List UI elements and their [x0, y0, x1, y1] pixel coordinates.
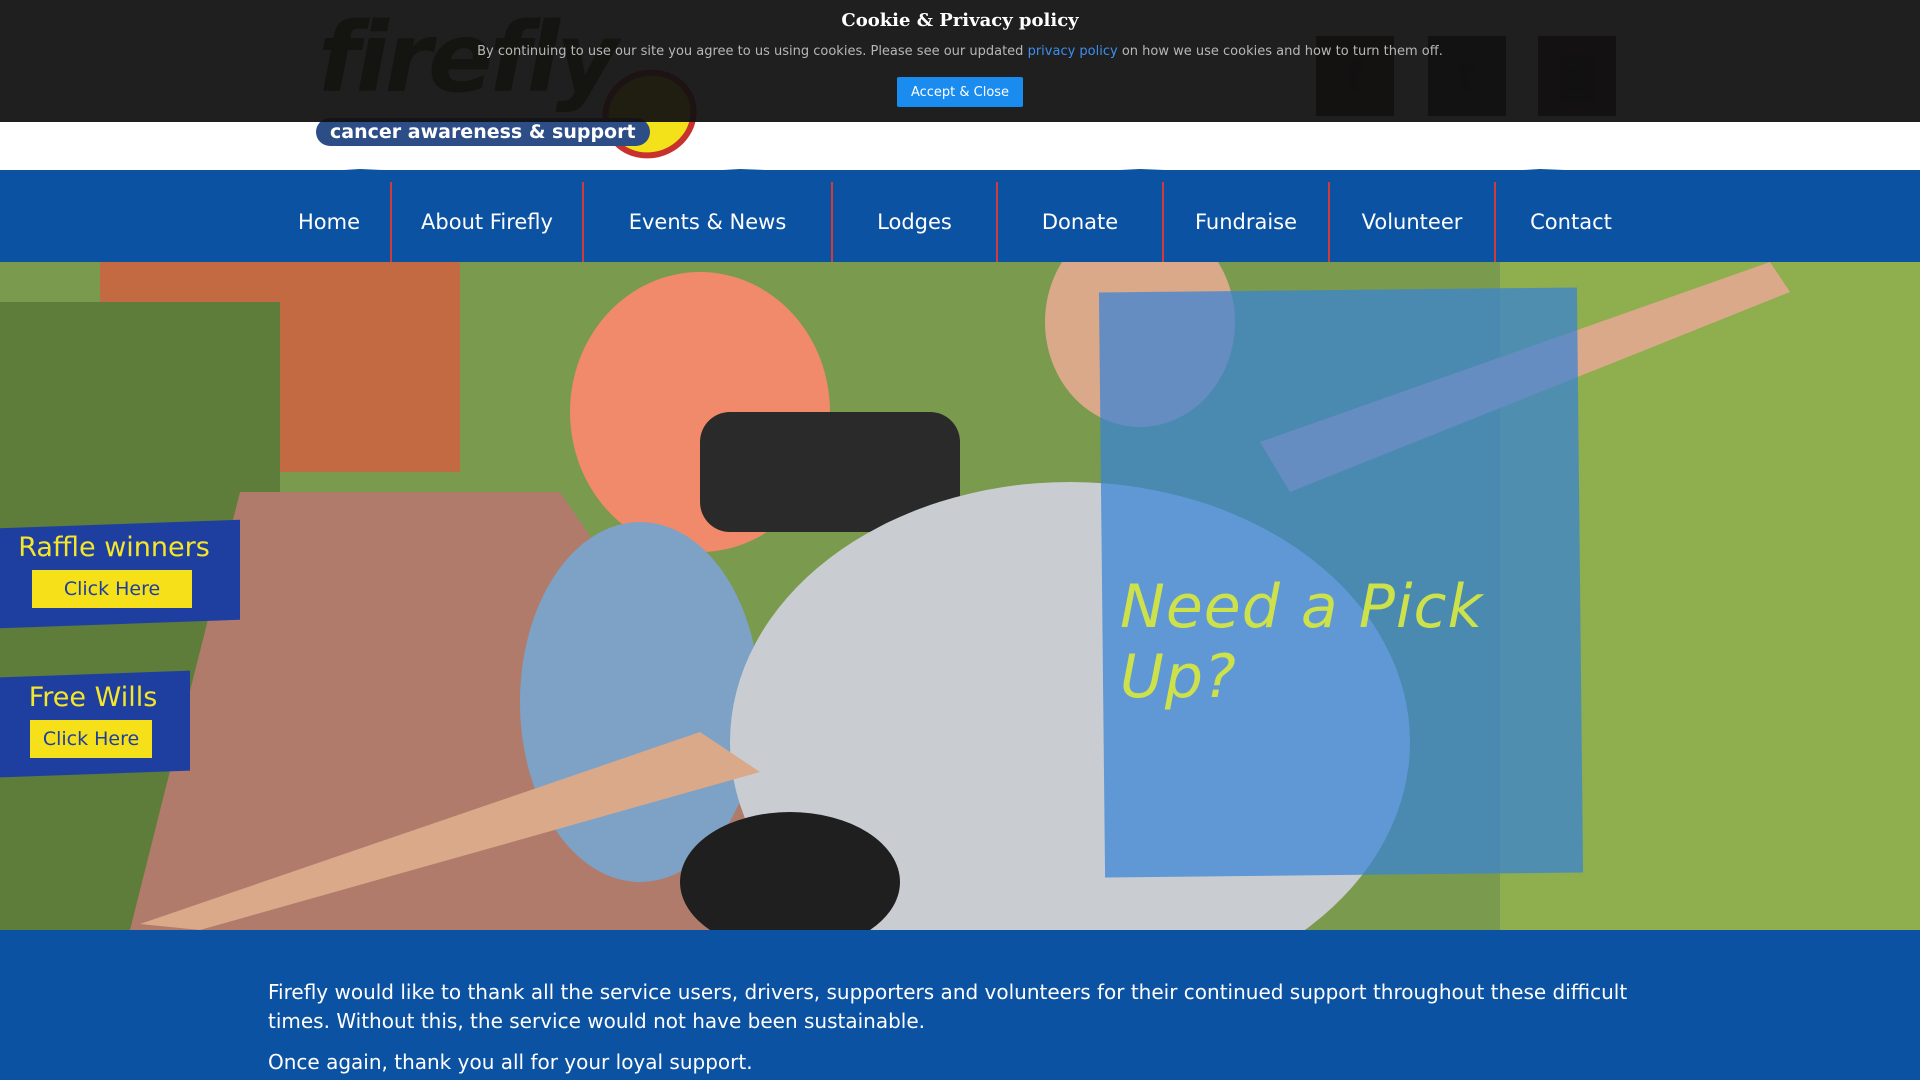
support-paragraph: Once again, thank you all for your loyal… [268, 1050, 753, 1074]
thanks-paragraph: Firefly would like to thank all the serv… [268, 980, 1628, 1033]
nav-items: Home About Firefly Events & News Lodges … [268, 182, 1646, 262]
nav-fundraise[interactable]: Fundraise [1164, 182, 1330, 262]
nav-contact[interactable]: Contact [1496, 182, 1646, 262]
nav-donate[interactable]: Donate [998, 182, 1164, 262]
hero-headline: Need a Pick Up? [1120, 572, 1484, 712]
hero-image [0, 262, 1920, 930]
privacy-policy-link[interactable]: privacy policy [1028, 44, 1118, 59]
nav-lodges[interactable]: Lodges [833, 182, 998, 262]
nav-events-news[interactable]: Events & News [584, 182, 833, 262]
content-section: Firefly would like to thank all the serv… [0, 930, 1920, 1080]
raffle-winners-title: Raffle winners [18, 532, 210, 563]
cookie-text-after: on how we use cookies and how to turn th… [1117, 44, 1443, 59]
free-wills-title: Free Wills [28, 682, 158, 713]
hero-photo [0, 262, 1920, 930]
cookie-banner: Cookie & Privacy policy By continuing to… [0, 0, 1920, 122]
accept-close-button[interactable]: Accept & Close [897, 77, 1023, 107]
cookie-text-before: By continuing to use our site you agree … [477, 44, 1028, 59]
raffle-click-here-button[interactable]: Click Here [32, 570, 192, 608]
nav-volunteer[interactable]: Volunteer [1330, 182, 1496, 262]
logo-tagline: cancer awareness & support [316, 118, 650, 146]
nav-about-firefly[interactable]: About Firefly [392, 182, 584, 262]
wills-click-here-button[interactable]: Click Here [30, 720, 152, 758]
cookie-title: Cookie & Privacy policy [841, 10, 1079, 31]
cookie-text: By continuing to use our site you agree … [0, 44, 1920, 59]
main-nav: Home About Firefly Events & News Lodges … [0, 170, 1920, 270]
nav-home[interactable]: Home [268, 182, 392, 262]
